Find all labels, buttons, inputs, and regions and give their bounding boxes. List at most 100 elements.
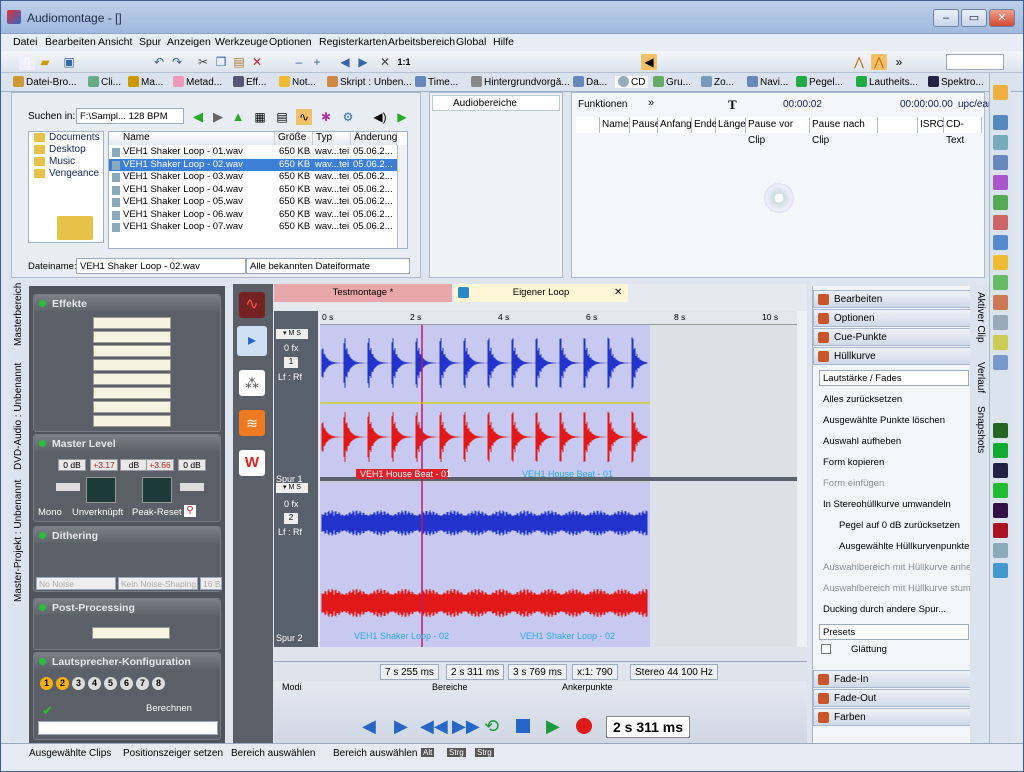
forward-nav-icon[interactable]: ▶ <box>210 109 226 125</box>
effect-slot[interactable] <box>38 331 218 344</box>
tool-icon-12[interactable] <box>993 315 1008 330</box>
back-icon[interactable]: ◀ <box>337 54 353 70</box>
mute-solo-buttons-2[interactable]: ▾ M S <box>276 483 308 493</box>
tool-icon-2[interactable] <box>993 115 1008 130</box>
col-anfang[interactable]: Anfang <box>658 117 692 133</box>
menu-datei[interactable]: Datei <box>13 36 38 48</box>
column-size[interactable]: Größe <box>275 132 313 145</box>
tab-navigator[interactable]: Navi... <box>747 76 788 88</box>
cut-icon[interactable]: ✂ <box>195 54 211 70</box>
folder-music[interactable]: Music <box>29 156 103 168</box>
more-toolbar-icon[interactable]: » <box>891 54 907 70</box>
vtab-master-projekt[interactable]: Master-Projekt : Unbenannt <box>13 480 24 602</box>
new-file-icon[interactable]: ▯ <box>19 54 35 70</box>
track-1-number[interactable]: 1 <box>284 357 298 368</box>
col-pause-vor[interactable]: Pause vor Clip <box>746 117 810 146</box>
menu-registerkarten[interactable]: Registerkarten <box>319 36 387 48</box>
tab-testmontage[interactable]: Testmontage * <box>274 284 452 302</box>
text-icon[interactable]: T <box>728 97 737 113</box>
rewind-icon[interactable]: ◀◀ <box>420 716 448 737</box>
col-laenge[interactable]: Länge <box>716 117 746 133</box>
effect-slot-box[interactable] <box>93 359 171 371</box>
prev-marker-icon[interactable]: ◀ <box>362 716 376 737</box>
clip-2-bg[interactable] <box>320 483 650 647</box>
effect-slot[interactable] <box>38 317 218 330</box>
speaker-config-header[interactable]: Lautsprecher-Konfiguration <box>34 653 220 670</box>
view-list-icon[interactable]: ▦ <box>252 109 268 125</box>
toolbar-combo[interactable] <box>946 54 1004 70</box>
speaker-button[interactable]: 3 <box>72 677 85 690</box>
minimize-button[interactable]: – <box>933 9 959 27</box>
tab-metadaten[interactable]: Metad... <box>173 76 222 88</box>
play-preview-icon[interactable]: ▶ <box>394 109 410 125</box>
montage-filter-icon[interactable]: ✱ <box>318 109 334 125</box>
effects-header[interactable]: Effekte <box>34 295 220 312</box>
effect-slot[interactable] <box>38 401 218 414</box>
open-folder-icon[interactable]: ▰ <box>37 54 53 70</box>
next-marker-icon[interactable]: ▶ <box>394 716 408 737</box>
track-2-number[interactable]: 2 <box>284 513 298 524</box>
delete-icon[interactable]: ✕ <box>249 54 265 70</box>
effect-slot[interactable] <box>38 359 218 372</box>
tab-spektro[interactable]: Spektro... <box>928 76 984 88</box>
tool-icon-4[interactable] <box>993 155 1008 170</box>
montage-mode-icon[interactable]: ▸ <box>237 326 267 356</box>
mono-label[interactable]: Mono <box>38 507 62 518</box>
table-row[interactable]: VEH1 Shaker Loop - 04.wav 650 KB wav...tei… <box>109 184 397 197</box>
status-time-total[interactable]: 7 s 255 ms <box>380 664 439 680</box>
crossfade-icon[interactable]: ✕ <box>377 54 393 70</box>
glaettung-checkbox[interactable] <box>821 644 831 654</box>
tab-zoom[interactable]: Zo... <box>701 76 734 88</box>
tab-gruppen[interactable]: Gru... <box>653 76 691 88</box>
save-icon[interactable]: ▣ <box>61 54 77 70</box>
column-name[interactable]: Name <box>109 132 275 145</box>
back-nav-icon[interactable]: ◀ <box>190 109 206 125</box>
effect-slot[interactable] <box>38 387 218 400</box>
tool-icon-10[interactable] <box>993 275 1008 290</box>
folder-documents[interactable]: Documents <box>29 132 103 144</box>
minus-icon[interactable]: – <box>291 54 307 70</box>
time-ruler[interactable]: 0 s 2 s 4 s 6 s 8 s 10 s <box>320 311 797 325</box>
tool-icon-13[interactable] <box>993 335 1008 350</box>
tab-lautheit[interactable]: Lautheits... <box>856 76 918 88</box>
person-icon[interactable]: ⚲ <box>184 505 196 517</box>
column-date[interactable]: Änderung <box>351 132 397 145</box>
effect-slot-box[interactable] <box>93 317 171 329</box>
menu-hilfe[interactable]: Hilfe <box>493 36 514 48</box>
menu-anzeigen[interactable]: Anzeigen <box>167 36 211 48</box>
meter-icon-3[interactable] <box>993 483 1008 498</box>
wavelab-mode-icon[interactable]: W <box>239 450 265 476</box>
col-pause-nach[interactable]: Pause nach Clip <box>810 117 878 146</box>
path-combo[interactable]: F:\Sampl... 128 BPM <box>76 108 184 124</box>
table-row[interactable]: VEH1 Shaker Loop - 06.wav 650 KB wav...tei… <box>109 209 397 222</box>
loop-icon[interactable]: ⟲ <box>484 716 499 737</box>
rss-mode-icon[interactable]: ≋ <box>239 410 265 436</box>
table-row[interactable]: VEH1 Shaker Loop - 07.wav 650 KB wav...tei… <box>109 221 397 234</box>
tool-icon-14[interactable] <box>993 355 1008 370</box>
record-icon[interactable] <box>576 718 592 734</box>
key-icon[interactable] <box>993 85 1008 100</box>
effect-slot-box[interactable] <box>93 373 171 385</box>
meter-icon-2[interactable] <box>993 443 1008 458</box>
unlinked-label[interactable]: Unverknüpft <box>72 507 123 518</box>
close-button[interactable]: ✕ <box>989 9 1015 27</box>
envelope-action[interactable]: Auswahlbereich mit Hüllkurve anhe <box>823 562 971 573</box>
speaker-button[interactable]: 6 <box>120 677 133 690</box>
bridge-icon[interactable]: ⋀ <box>851 54 867 70</box>
montage-scrollbar[interactable] <box>797 311 807 647</box>
meter-icon-4[interactable] <box>993 503 1008 518</box>
more-icon[interactable]: » <box>648 97 654 109</box>
vtab-aktiver-clip[interactable]: Aktiver Clip <box>975 292 986 343</box>
folder-desktop[interactable]: Desktop <box>29 144 103 156</box>
undo-icon[interactable]: ↶ <box>151 54 167 70</box>
tool-icon-8[interactable] <box>993 235 1008 250</box>
filename-input[interactable]: VEH1 Shaker Loop - 02.wav <box>76 258 246 274</box>
meter-icon-6[interactable] <box>993 543 1008 558</box>
tool-icon-6[interactable] <box>993 195 1008 210</box>
fast-forward-icon[interactable]: ▶▶ <box>452 716 480 737</box>
col-ende[interactable]: Ende <box>692 117 717 133</box>
fade-in-header[interactable]: Fade-In <box>813 670 971 688</box>
envelope-action[interactable]: Ausgewählte Hüllkurvenpunkte auf <box>839 541 985 552</box>
check-icon[interactable]: ✔ <box>42 703 53 719</box>
speaker-button[interactable]: 1 <box>40 677 53 690</box>
